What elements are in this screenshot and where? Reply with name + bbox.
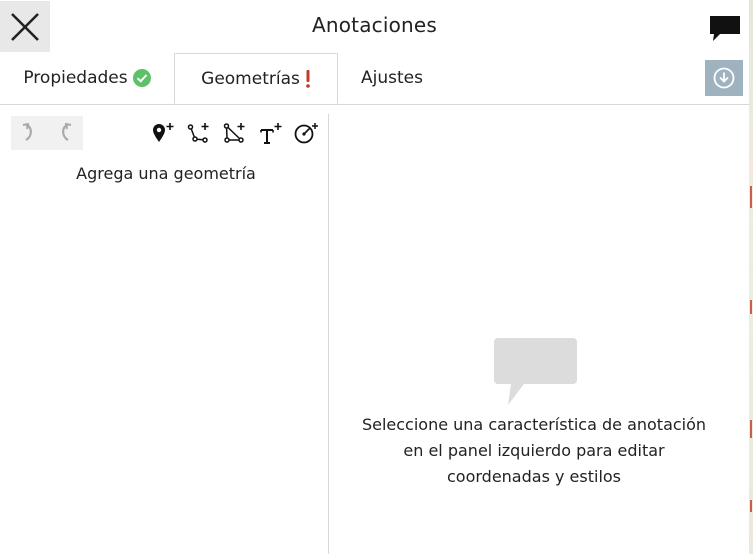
editor-panel: Seleccione una característica de anotaci… [329,104,749,554]
tab-propiedades[interactable]: Propiedades [0,53,174,103]
add-polygon-button[interactable] [217,116,253,150]
tab-geometrias[interactable]: Geometrías [174,53,338,104]
speech-bubble-icon [494,338,577,405]
check-circle-icon [132,69,151,87]
redo-icon [62,123,72,141]
add-point-icon [153,123,174,142]
tab-bar: Propiedades Geometrías Ajustes [0,53,749,105]
exclamation-icon [305,69,311,88]
add-point-button[interactable] [145,116,181,150]
add-polygon-icon [223,123,245,143]
add-line-icon [187,123,209,143]
add-line-button[interactable] [181,116,217,150]
empty-geometry-message: Agrega una geometría [76,164,256,183]
hint-line: coordenadas y estilos [446,467,622,486]
add-circle-icon [294,123,318,144]
add-circle-button[interactable] [289,116,325,150]
download-button[interactable] [705,60,743,96]
download-circle-icon [713,67,735,89]
geometry-list-panel: Agrega una geometría [0,104,328,554]
map-edge [749,0,753,554]
undo-icon [22,123,32,141]
tab-label: Geometrías [201,68,300,89]
history-controls [11,116,83,150]
speech-bubble-icon [710,16,740,41]
tab-ajustes[interactable]: Ajustes [338,53,446,103]
redo-button[interactable] [47,116,83,150]
hint-line: Seleccione una característica de anotaci… [361,415,707,434]
geometry-tools [145,116,325,150]
header: Anotaciones [0,0,749,53]
undo-button[interactable] [11,116,47,150]
selection-hint: Seleccione una característica de anotaci… [329,412,739,490]
add-text-icon [260,123,282,144]
tab-label: Ajustes [361,68,423,88]
tab-label: Propiedades [23,68,128,88]
page-title: Anotaciones [311,13,438,37]
hint-line: en el panel izquierdo para editar [403,441,665,460]
comments-button[interactable] [708,14,742,42]
add-text-button[interactable] [253,116,289,150]
